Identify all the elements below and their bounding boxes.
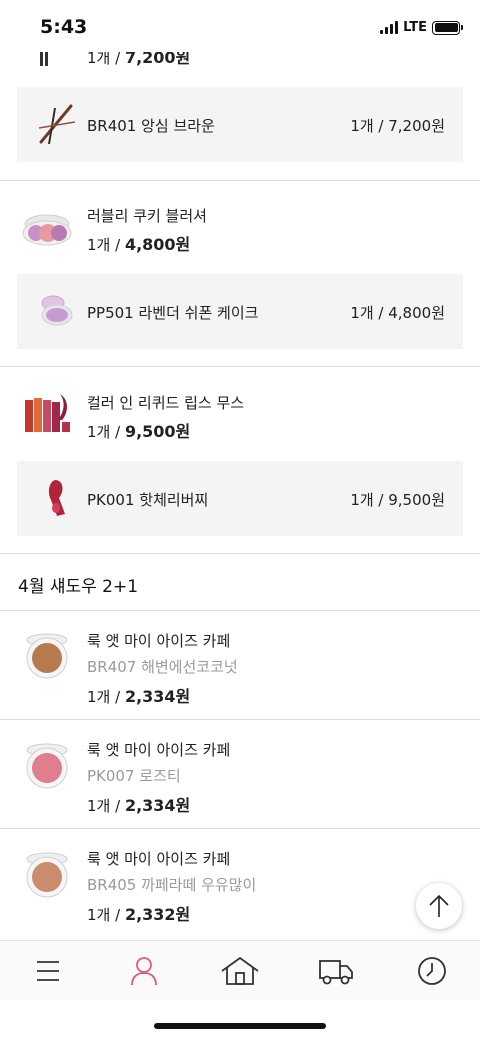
product-name: 룩 앳 마이 아이즈 카페 (87, 850, 231, 868)
bottom-tab-bar (0, 940, 480, 1000)
product-price: 1개 / 9,500원 (87, 422, 191, 441)
divider (0, 180, 480, 181)
signal-icon (380, 21, 399, 34)
section-title: 4월 섀도우 2+1 (18, 577, 139, 597)
status-bar: 5:43 LTE (0, 0, 480, 52)
product-price: 1개 / 2,332원 (87, 905, 191, 924)
product-name: 룩 앳 마이 아이즈 카페 (87, 632, 231, 650)
option-box: BR401 앙심 브라운 1개 / 7,200원 (17, 87, 463, 162)
divider (0, 366, 480, 367)
divider (0, 719, 480, 720)
blusher-option-thumbnail (41, 295, 73, 326)
recent-clock-icon (418, 957, 446, 985)
product-thumbnail-icon (40, 50, 50, 66)
arrow-up-icon (429, 894, 449, 917)
option-name: BR401 앙심 브라운 (87, 117, 215, 135)
delivery-truck-icon (319, 960, 353, 985)
product-price: 1개 / 4,800원 (87, 235, 191, 254)
product-name: 컬러 인 리퀴드 립스 무스 (87, 394, 245, 412)
tab-my-page[interactable] (96, 941, 192, 1001)
option-price: 1개 / 9,500원 (350, 491, 445, 509)
product-option: BR407 해변에선코코넛 (87, 658, 238, 676)
eyeshadow-thumbnail (26, 852, 68, 898)
option-box: PP501 라벤더 쉬폰 케이크 1개 / 4,800원 (17, 274, 463, 349)
status-time: 5:43 (40, 16, 88, 38)
brow-pencil-thumbnail (38, 104, 76, 145)
option-name: PK001 핫체리버찌 (87, 491, 209, 509)
divider (0, 828, 480, 829)
blusher-thumbnail (22, 214, 72, 246)
product-name: 러블리 쿠키 블러셔 (87, 207, 207, 225)
menu-icon (37, 961, 59, 981)
option-price: 1개 / 4,800원 (350, 304, 445, 322)
home-indicator (154, 1023, 326, 1029)
tab-menu[interactable] (0, 941, 96, 1001)
tab-home[interactable] (192, 941, 288, 1001)
user-icon (131, 957, 157, 986)
eyeshadow-thumbnail (26, 743, 68, 789)
lip-mousse-option-thumbnail (48, 480, 65, 516)
eyeshadow-thumbnail (26, 633, 68, 679)
product-price: 1개 / 2,334원 (87, 687, 191, 706)
home-icon (221, 956, 259, 985)
product-price: 1개 / 2,334원 (87, 796, 191, 815)
liquid-lips-thumbnail (25, 394, 70, 432)
option-box: PK001 핫체리버찌 1개 / 9,500원 (17, 461, 463, 536)
tab-delivery[interactable] (288, 941, 384, 1001)
status-indicators: LTE (380, 20, 463, 35)
product-option: BR405 까페라떼 우유많이 (87, 876, 257, 894)
option-name: PP501 라벤더 쉬폰 케이크 (87, 304, 259, 322)
product-name: 룩 앳 마이 아이즈 카페 (87, 741, 231, 759)
network-label: LTE (403, 20, 427, 35)
product-option: PK007 로즈티 (87, 767, 181, 785)
option-price: 1개 / 7,200원 (350, 117, 445, 135)
tab-recent[interactable] (384, 941, 480, 1001)
scroll-to-top-button[interactable] (416, 883, 462, 929)
divider (0, 553, 480, 554)
battery-icon (432, 20, 463, 35)
divider (0, 610, 480, 611)
